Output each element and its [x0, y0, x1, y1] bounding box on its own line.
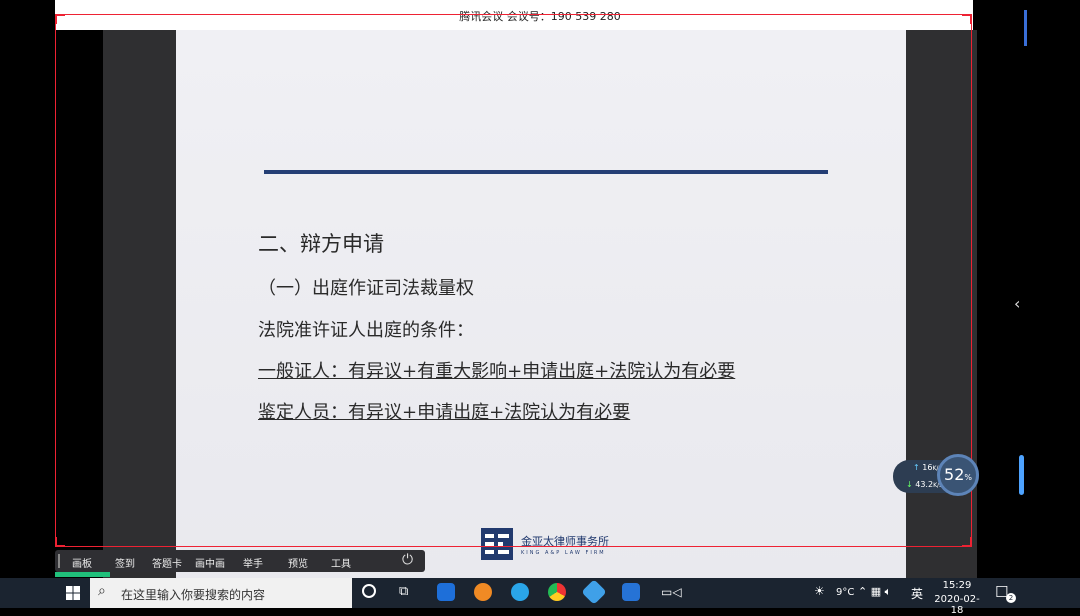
- slide-title-rule: [264, 170, 828, 174]
- notification-badge: 2: [1006, 593, 1016, 603]
- shared-slide: [176, 30, 906, 578]
- chrome-icon[interactable]: [548, 583, 566, 601]
- slide-heading: 二、辩方申请: [258, 232, 384, 256]
- tray-icons[interactable]: ⌃ ▦ 🔈︎: [858, 585, 891, 599]
- toolbar-raise-hand[interactable]: 举手: [243, 555, 263, 570]
- slide-line-expert-witness: 鉴定人员：有异议+申请出庭+法院认为有必要: [258, 402, 631, 423]
- network-icon[interactable]: ▦: [871, 585, 881, 598]
- chevron-left-icon[interactable]: ‹: [1014, 294, 1020, 313]
- photos-icon[interactable]: [622, 583, 640, 601]
- toolbar-preview[interactable]: 预览: [288, 555, 308, 570]
- right-side-panel: [977, 0, 1080, 578]
- volume-icon[interactable]: 🔈︎: [885, 585, 892, 598]
- arrow-down-icon: ↓: [906, 480, 913, 489]
- volume-indicator: [1019, 455, 1024, 495]
- browser-orange-icon[interactable]: [474, 583, 492, 601]
- task-view-icon[interactable]: ⧉: [399, 584, 408, 599]
- search-icon: ⌕: [98, 583, 106, 599]
- weather-icon[interactable]: ☀: [814, 584, 825, 598]
- toolbar-sign-in[interactable]: 签到: [115, 555, 135, 570]
- toolbar-grip[interactable]: [58, 554, 60, 568]
- law-firm-logo: [481, 528, 513, 560]
- clock-time[interactable]: 15:29: [935, 580, 979, 591]
- windows-start-icon[interactable]: [66, 586, 80, 600]
- input-language[interactable]: 英: [911, 585, 923, 602]
- toolbar-drawing-board[interactable]: 画板: [72, 555, 92, 570]
- logo-chinese-name: 金亚太律师事务所: [521, 535, 609, 548]
- chevron-up-icon[interactable]: ⌃: [858, 585, 867, 598]
- toolbar-answer-card[interactable]: 答题卡: [152, 555, 182, 570]
- tray-temperature[interactable]: 9°C: [836, 587, 854, 598]
- slide-conditions-label: 法院准许证人出庭的条件：: [258, 320, 474, 341]
- toolbar-picture-in-picture[interactable]: 画中画: [195, 555, 225, 570]
- video-camera-icon[interactable]: ▭◁: [661, 585, 682, 599]
- ie-icon[interactable]: [511, 583, 529, 601]
- window-title: 腾讯会议 会议号：190 539 280: [459, 10, 621, 23]
- search-placeholder: 在这里输入你要搜索的内容: [121, 588, 266, 602]
- power-icon[interactable]: ⏻: [402, 552, 413, 568]
- toolbar-tools[interactable]: 工具: [331, 555, 351, 570]
- cortana-icon[interactable]: [362, 584, 376, 598]
- arrow-up-icon: ↑: [913, 463, 920, 472]
- edge-legacy-icon[interactable]: [437, 583, 455, 601]
- toolbar-progress: [55, 572, 110, 577]
- memory-usage-percent: 52%: [944, 465, 972, 484]
- logo-english-name: KING A&P LAW FIRM: [521, 550, 606, 556]
- scrollbar-thumb[interactable]: [1024, 10, 1027, 46]
- slide-line-general-witness: 一般证人：有异议+有重大影响+申请出庭+法院认为有必要: [258, 361, 736, 382]
- slide-subheading: （一）出庭作证司法裁量权: [258, 278, 474, 299]
- meeting-toolbar: [55, 550, 425, 572]
- clock-date[interactable]: 2020-02-18: [928, 594, 986, 616]
